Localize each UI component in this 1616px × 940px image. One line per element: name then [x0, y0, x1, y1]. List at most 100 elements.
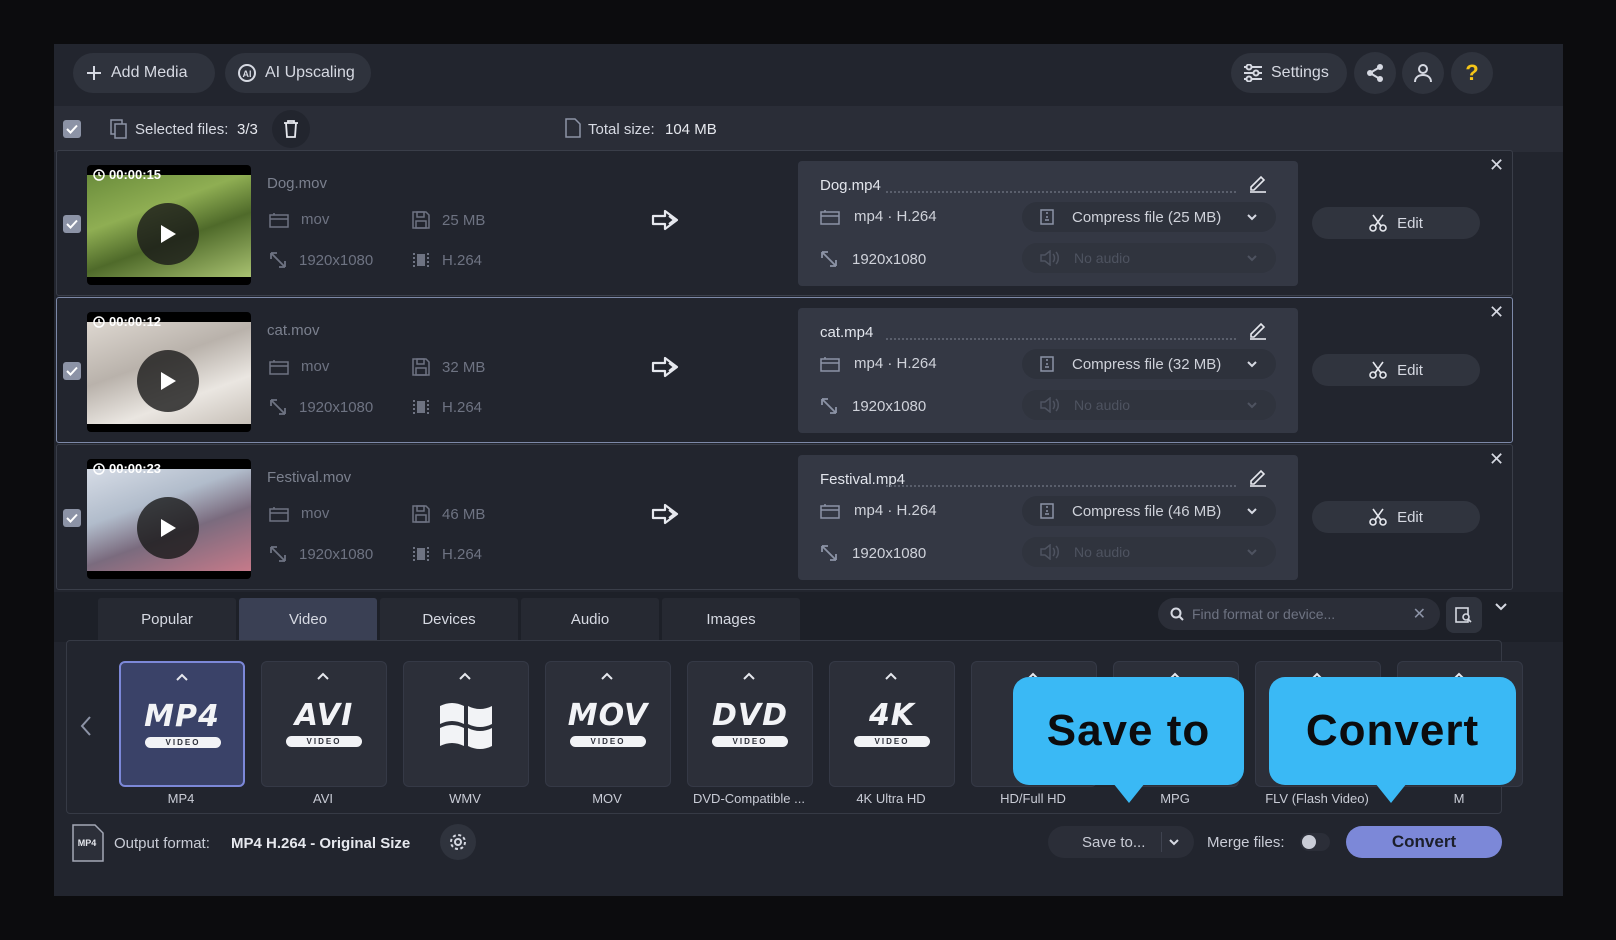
device-detect-button[interactable]	[1446, 597, 1482, 633]
compress-dropdown[interactable]: Compress file (32 MB)	[1022, 349, 1276, 379]
container-icon	[820, 209, 840, 225]
file-checkbox[interactable]	[63, 362, 81, 380]
chevron-up-icon	[176, 673, 188, 681]
share-button[interactable]	[1354, 52, 1396, 94]
edit-button[interactable]: Edit	[1312, 501, 1480, 533]
filename-dots	[886, 338, 1236, 340]
output-resolution: 1920x1080	[820, 250, 926, 268]
delete-selected-button[interactable]	[272, 110, 310, 148]
rename-pencil-icon[interactable]	[1248, 320, 1268, 340]
save-to-label: Save to...	[1082, 833, 1146, 851]
format-logo-sub: VIDEO	[854, 736, 930, 747]
compress-icon	[1040, 209, 1054, 225]
play-button[interactable]	[137, 497, 199, 559]
source-resolution: 1920x1080	[269, 398, 373, 416]
ai-upscaling-button[interactable]: AI AI Upscaling	[225, 53, 371, 93]
audio-dropdown[interactable]: No audio	[1022, 243, 1276, 273]
chevron-down-icon	[1247, 214, 1257, 221]
output-format: mp4 · H.264	[820, 502, 937, 519]
merge-files-toggle[interactable]	[1300, 833, 1330, 851]
duration-text: 00:00:12	[109, 314, 162, 329]
compress-dropdown[interactable]: Compress file (46 MB)	[1022, 496, 1276, 526]
compress-dropdown[interactable]: Compress file (25 MB)	[1022, 202, 1276, 232]
save-to-callout: Save to	[1013, 677, 1244, 803]
output-filename: Dog.mp4	[820, 177, 881, 194]
ai-chip-icon: AI	[238, 64, 256, 82]
source-size: 25 MB	[412, 211, 485, 229]
video-thumbnail[interactable]: 00:00:12	[87, 312, 251, 432]
format-card-avi[interactable]: AVI VIDEO	[261, 661, 387, 787]
audio-dropdown[interactable]: No audio	[1022, 390, 1276, 420]
scissors-icon	[1369, 508, 1387, 526]
select-all-checkbox[interactable]	[63, 120, 81, 138]
help-button[interactable]: ?	[1451, 52, 1493, 94]
ai-upscaling-label: AI Upscaling	[265, 64, 355, 81]
tab-video[interactable]: Video	[239, 598, 377, 640]
floppy-icon	[412, 211, 430, 229]
tab-images[interactable]: Images	[662, 598, 800, 640]
search-placeholder: Find format or device...	[1192, 606, 1336, 622]
file-checkbox[interactable]	[63, 215, 81, 233]
add-media-label: Add Media	[111, 64, 188, 81]
remove-file-icon[interactable]: ✕	[1489, 155, 1504, 176]
tab-popular[interactable]: Popular	[98, 598, 236, 640]
save-to-dropdown-icon[interactable]	[1168, 838, 1180, 846]
clock-icon	[93, 168, 105, 181]
remove-file-icon[interactable]: ✕	[1489, 449, 1504, 470]
edit-button[interactable]: Edit	[1312, 207, 1480, 239]
tab-audio[interactable]: Audio	[521, 598, 659, 640]
output-settings-button[interactable]	[440, 824, 476, 860]
format-card-wmv[interactable]	[403, 661, 529, 787]
scroll-left-icon[interactable]	[79, 715, 93, 737]
audio-dropdown[interactable]: No audio	[1022, 537, 1276, 567]
format-logo-sub: VIDEO	[712, 736, 788, 747]
add-media-button[interactable]: Add Media	[73, 53, 215, 93]
convert-button[interactable]: Convert	[1346, 826, 1502, 858]
convert-callout-text: Convert	[1305, 706, 1480, 755]
file-row[interactable]: 00:00:12 cat.mov mov 32 MB 1920x1080 H.2…	[56, 297, 1513, 443]
format-label: MOV	[592, 791, 622, 806]
compress-text: Compress file (25 MB)	[1072, 208, 1222, 226]
rename-pencil-icon[interactable]	[1248, 467, 1268, 487]
svg-text:MP4: MP4	[78, 838, 97, 848]
duration-badge: 00:00:15	[93, 167, 161, 182]
format-logo: 4K	[868, 698, 916, 733]
edit-label: Edit	[1397, 214, 1423, 232]
format-card-4k-ultra-hd[interactable]: 4K VIDEO	[829, 661, 955, 787]
source-extension-text: mov	[301, 358, 330, 375]
file-row[interactable]: 00:00:15 Dog.mov mov 25 MB 1920x1080 H.2…	[56, 150, 1513, 296]
file-row[interactable]: 00:00:23 Festival.mov mov 46 MB 1920x108…	[56, 444, 1513, 590]
edit-button[interactable]: Edit	[1312, 354, 1480, 386]
file-checkbox[interactable]	[63, 509, 81, 527]
selected-files-value: 3/3	[237, 121, 258, 138]
output-resolution: 1920x1080	[820, 397, 926, 415]
scissors-icon	[1369, 214, 1387, 232]
account-button[interactable]	[1402, 52, 1444, 94]
format-card-mov[interactable]: MOV VIDEO	[545, 661, 671, 787]
remove-file-icon[interactable]: ✕	[1489, 302, 1504, 323]
format-logo-sub: VIDEO	[286, 736, 362, 747]
output-format-text: mp4 · H.264	[854, 208, 937, 225]
container-icon	[269, 212, 289, 228]
compress-icon	[1040, 356, 1054, 372]
collapse-chevron-icon[interactable]	[1494, 602, 1508, 612]
play-button[interactable]	[137, 203, 199, 265]
video-thumbnail[interactable]: 00:00:15	[87, 165, 251, 285]
convert-arrow-icon	[651, 356, 679, 378]
edit-label: Edit	[1397, 361, 1423, 379]
floppy-icon	[412, 358, 430, 376]
filename-dots	[886, 485, 1236, 487]
format-search-input[interactable]: Find format or device... ✕	[1158, 598, 1440, 630]
format-card-dvd-compatible[interactable]: DVD VIDEO	[687, 661, 813, 787]
rename-pencil-icon[interactable]	[1248, 173, 1268, 193]
trash-icon	[284, 120, 298, 138]
chevron-up-icon	[885, 672, 897, 680]
settings-button[interactable]: Settings	[1231, 53, 1347, 93]
clear-search-icon[interactable]: ✕	[1413, 604, 1426, 624]
save-to-button[interactable]: Save to...	[1048, 826, 1194, 858]
source-extension: mov	[269, 211, 329, 228]
play-button[interactable]	[137, 350, 199, 412]
format-card-mp4[interactable]: MP4 VIDEO	[119, 661, 245, 787]
tab-devices[interactable]: Devices	[380, 598, 518, 640]
video-thumbnail[interactable]: 00:00:23	[87, 459, 251, 579]
